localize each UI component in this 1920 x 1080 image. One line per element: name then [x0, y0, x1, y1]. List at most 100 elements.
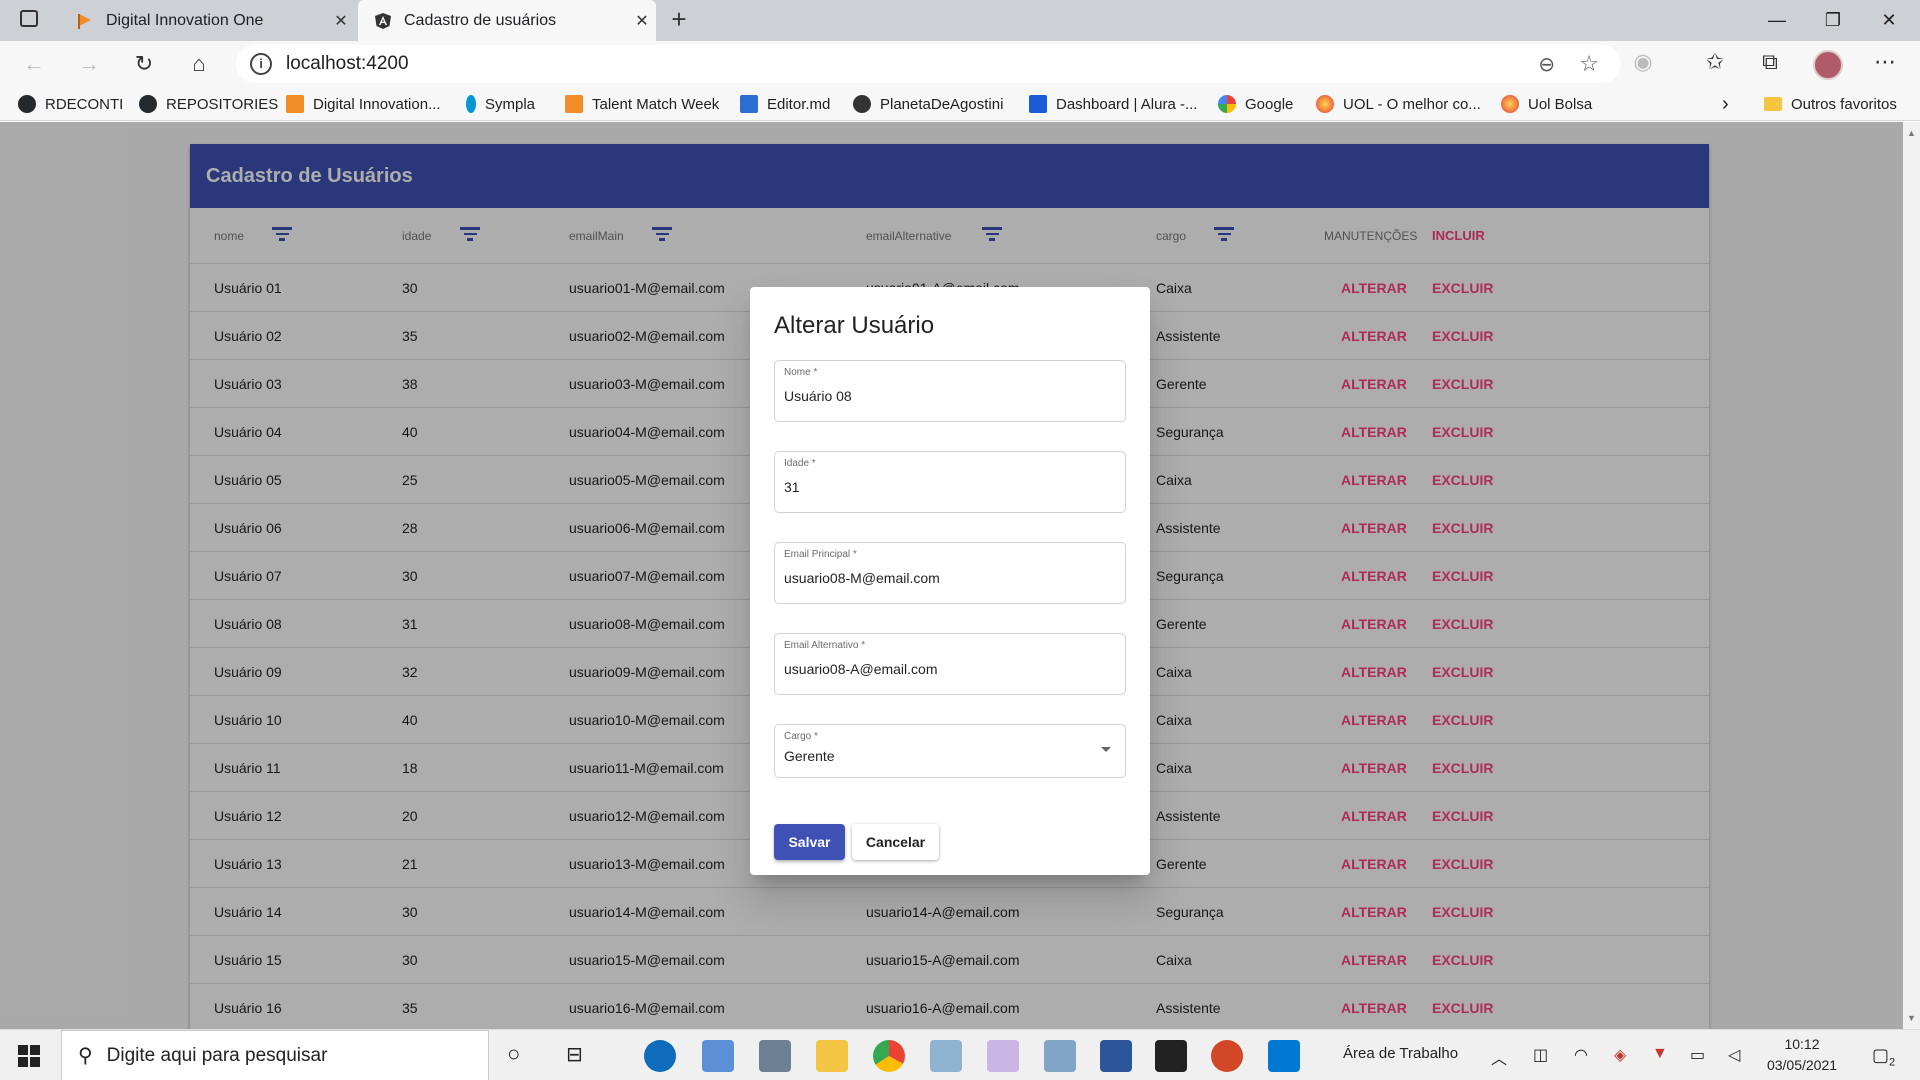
- zoom-icon[interactable]: ⊖: [1538, 52, 1555, 77]
- word-icon[interactable]: [1100, 1040, 1132, 1072]
- folder-icon: [1764, 97, 1782, 111]
- antivirus-icon[interactable]: ◈: [1614, 1045, 1626, 1065]
- bookmark-item[interactable]: Digital Innovation...: [286, 87, 441, 121]
- volume-icon[interactable]: ◁: [1728, 1045, 1740, 1065]
- tab-digital-innovation-one[interactable]: Digital Innovation One ✕: [60, 0, 355, 41]
- bookmark-label: Sympla: [485, 95, 536, 113]
- app-icon[interactable]: [930, 1040, 962, 1072]
- tab-title: Cadastro de usuários: [404, 11, 557, 29]
- email-alternativo-field[interactable]: Email Alternativo *: [774, 633, 1126, 695]
- bookmark-item[interactable]: Sympla: [466, 87, 535, 121]
- home-icon[interactable]: ⌂: [182, 47, 216, 81]
- search-placeholder: Digite aqui para pesquisar: [106, 1044, 328, 1066]
- notifications-icon[interactable]: ▢2: [1872, 1045, 1895, 1069]
- minimize-icon[interactable]: —: [1749, 0, 1805, 41]
- email-alternativo-input[interactable]: [784, 661, 1104, 677]
- wifi-icon[interactable]: ◠: [1574, 1045, 1588, 1065]
- bookmark-item[interactable]: RDECONTI: [18, 87, 123, 121]
- battery-icon[interactable]: ▭: [1690, 1045, 1705, 1065]
- bookmark-label: Outros favoritos: [1791, 95, 1897, 113]
- email-principal-input[interactable]: [784, 570, 1104, 586]
- tab-actions-icon[interactable]: [20, 10, 38, 27]
- bookmark-label: Digital Innovation...: [313, 95, 441, 113]
- clock-time: 10:12: [1784, 1036, 1820, 1052]
- chevron-down-icon[interactable]: [1101, 747, 1111, 752]
- edit-user-dialog: Alterar Usuário Nome * Idade * Email Pri…: [750, 287, 1150, 875]
- nome-input[interactable]: [784, 388, 1104, 404]
- tab-cadastro-usuarios[interactable]: Cadastro de usuários ✕: [358, 0, 656, 41]
- field-label: Idade *: [784, 458, 816, 469]
- close-tab-icon[interactable]: ✕: [628, 11, 656, 31]
- chevron-right-icon[interactable]: ›: [1722, 87, 1729, 121]
- terminal-icon[interactable]: [1155, 1040, 1187, 1072]
- bookmark-label: Talent Match Week: [592, 95, 720, 113]
- vscode-icon[interactable]: [1268, 1040, 1300, 1072]
- collections-icon[interactable]: ⧉: [1755, 49, 1785, 75]
- other-favorites[interactable]: Outros favoritos: [1764, 87, 1897, 121]
- sympla-icon: [466, 95, 476, 113]
- extension-icon[interactable]: ◉: [1628, 49, 1658, 75]
- bookmark-item[interactable]: Uol Bolsa: [1501, 87, 1592, 121]
- meet-now-icon[interactable]: ◫: [1533, 1045, 1548, 1065]
- powerpoint-icon[interactable]: [1211, 1040, 1243, 1072]
- edge-icon[interactable]: [644, 1040, 676, 1072]
- address-bar[interactable]: i localhost:4200 ⊖ ☆: [236, 45, 1621, 83]
- system-clock[interactable]: 10:12 03/05/2021: [1762, 1034, 1842, 1076]
- back-icon[interactable]: ←: [17, 47, 51, 81]
- idade-input[interactable]: [784, 479, 1104, 495]
- calculator-icon[interactable]: [759, 1040, 791, 1072]
- email-principal-field[interactable]: Email Principal *: [774, 542, 1126, 604]
- taskbar-search[interactable]: ⚲ Digite aqui para pesquisar: [61, 1030, 489, 1080]
- github-icon: [18, 95, 36, 113]
- cargo-selected-value: Gerente: [784, 748, 835, 764]
- site-info-icon[interactable]: i: [250, 53, 272, 75]
- bookmark-item[interactable]: REPOSITORIES: [139, 87, 278, 121]
- scroll-down-icon[interactable]: ▼: [1907, 1013, 1916, 1023]
- editor-md-icon: [740, 95, 758, 113]
- bookmark-label: Dashboard | Alura -...: [1056, 95, 1198, 113]
- scroll-up-icon[interactable]: ▲: [1907, 128, 1916, 138]
- bookmark-label: Editor.md: [767, 95, 831, 113]
- close-tab-icon[interactable]: ✕: [327, 11, 355, 31]
- file-explorer-icon[interactable]: [816, 1040, 848, 1072]
- new-tab-icon[interactable]: +: [664, 4, 694, 35]
- mcafee-icon[interactable]: ▼: [1652, 1045, 1668, 1063]
- github-icon: [139, 95, 157, 113]
- app-window-icon[interactable]: [702, 1040, 734, 1072]
- chevron-up-icon[interactable]: ︿: [1491, 1045, 1507, 1069]
- bookmark-item[interactable]: UOL - O melhor co...: [1316, 87, 1481, 121]
- network-app-icon[interactable]: [1044, 1040, 1076, 1072]
- cortana-icon[interactable]: ○: [507, 1041, 520, 1067]
- more-options-icon[interactable]: ⋯: [1870, 49, 1900, 75]
- page-scrollbar[interactable]: ▲ ▼: [1903, 122, 1920, 1029]
- add-favorite-icon[interactable]: ☆: [1579, 51, 1599, 77]
- profile-avatar[interactable]: [1813, 50, 1843, 80]
- bookmark-item[interactable]: Google: [1218, 87, 1293, 121]
- desktop-toolbar[interactable]: Área de Trabalho: [1343, 1045, 1458, 1062]
- paint-icon[interactable]: [987, 1040, 1019, 1072]
- favorites-icon[interactable]: ✩: [1700, 49, 1730, 75]
- bookmark-item[interactable]: PlanetaDeAgostini: [853, 87, 1003, 121]
- chrome-icon[interactable]: [873, 1040, 905, 1072]
- cargo-select[interactable]: Cargo * Gerente: [774, 724, 1126, 778]
- dio-flag-icon: [78, 13, 91, 29]
- cancel-button[interactable]: Cancelar: [852, 824, 939, 860]
- close-window-icon[interactable]: ✕: [1861, 0, 1917, 41]
- nome-field[interactable]: Nome *: [774, 360, 1126, 422]
- field-label: Nome *: [784, 367, 818, 378]
- alura-icon: [1029, 95, 1047, 113]
- bookmark-item[interactable]: Talent Match Week: [565, 87, 719, 121]
- forward-icon[interactable]: →: [72, 47, 106, 81]
- windows-start-icon[interactable]: [18, 1045, 40, 1067]
- reload-icon[interactable]: ↻: [127, 47, 161, 81]
- restore-icon[interactable]: ❐: [1805, 0, 1861, 41]
- bookmark-label: Uol Bolsa: [1528, 95, 1593, 113]
- bookmark-item[interactable]: Dashboard | Alura -...: [1029, 87, 1197, 121]
- task-view-icon[interactable]: ⊟: [566, 1042, 583, 1067]
- bookmark-item[interactable]: Editor.md: [740, 87, 830, 121]
- dialog-title: Alterar Usuário: [774, 312, 935, 339]
- idade-field[interactable]: Idade *: [774, 451, 1126, 513]
- angular-icon: [375, 12, 391, 29]
- dio-icon: [286, 95, 304, 113]
- save-button[interactable]: Salvar: [774, 824, 845, 860]
